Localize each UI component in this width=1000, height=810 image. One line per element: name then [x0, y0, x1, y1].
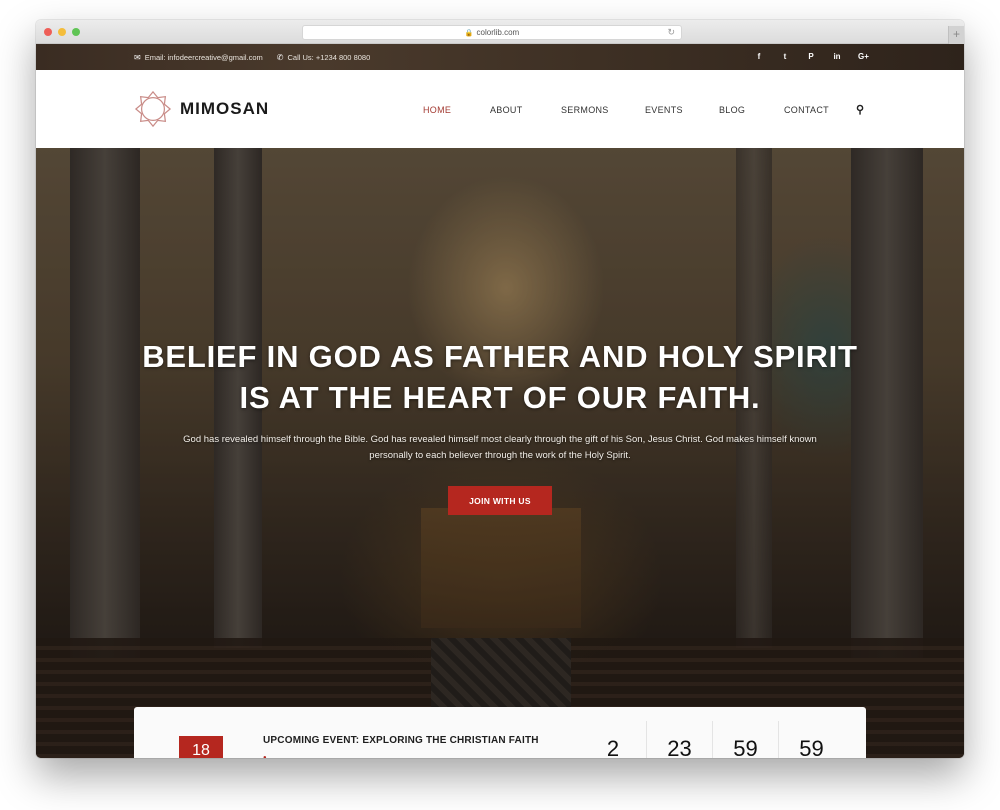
maximize-window-button[interactable]	[72, 28, 80, 36]
address-bar[interactable]: 🔒 colorlib.com ↻	[302, 25, 682, 40]
countdown-seconds: 59	[778, 721, 844, 758]
twitter-icon[interactable]: t	[780, 52, 790, 61]
phone-link[interactable]: Call Us: +1234 800 8080	[287, 53, 370, 62]
hero-title-line-1: BELIEF IN GOD AS FATHER AND HOLY SPIRIT	[142, 339, 858, 374]
nav-home[interactable]: HOME	[423, 105, 490, 115]
facebook-icon[interactable]: f	[754, 52, 764, 61]
browser-window: 🔒 colorlib.com ↻ + ✉ Email: infodeercrea…	[36, 20, 964, 758]
logo-wreath-icon	[134, 90, 172, 128]
url-text: colorlib.com	[476, 28, 520, 37]
search-icon[interactable]: ⚲	[856, 103, 864, 116]
new-tab-button[interactable]: +	[948, 26, 964, 44]
nav-blog[interactable]: BLOG	[719, 105, 784, 115]
google-plus-icon[interactable]: G+	[858, 52, 869, 61]
contact-info: ✉ Email: infodeercreative@gmail.com ✆ Ca…	[134, 53, 370, 62]
nav-about[interactable]: ABOUT	[490, 105, 561, 115]
window-controls	[44, 28, 80, 36]
clock-icon: ●	[263, 755, 267, 758]
countdown-minutes: 59	[712, 721, 778, 758]
hero-description: God has revealed himself through the Bib…	[183, 434, 817, 461]
upcoming-event-card[interactable]: 18 UPCOMING EVENT: EXPLORING THE CHRISTI…	[134, 707, 866, 758]
logo-text: MIMOSAN	[180, 99, 270, 118]
logo[interactable]: MIMOSAN	[134, 90, 269, 128]
browser-chrome: 🔒 colorlib.com ↻ +	[36, 20, 964, 44]
lock-icon: 🔒	[464, 29, 474, 37]
phone-icon: ✆	[276, 53, 284, 62]
hero-title-line-2: IS AT THE HEART OF OUR FAITH.	[239, 380, 761, 415]
top-info-bar: ✉ Email: infodeercreative@gmail.com ✆ Ca…	[36, 44, 964, 70]
join-with-us-button[interactable]: JOIN WITH US	[448, 486, 552, 515]
nav-sermons[interactable]: SERMONS	[561, 105, 645, 115]
reload-icon[interactable]: ↻	[667, 27, 675, 38]
event-meta: ●	[263, 755, 267, 758]
linkedin-icon[interactable]: in	[832, 52, 842, 61]
hero-section: BELIEF IN GOD AS FATHER AND HOLY SPIRIT …	[36, 148, 964, 758]
close-window-button[interactable]	[44, 28, 52, 36]
minimize-window-button[interactable]	[58, 28, 66, 36]
main-nav: HOME ABOUT SERMONS EVENTS BLOG CONTACT ⚲	[423, 103, 864, 116]
hero-title: BELIEF IN GOD AS FATHER AND HOLY SPIRIT …	[36, 336, 964, 418]
event-title[interactable]: UPCOMING EVENT: EXPLORING THE CHRISTIAN …	[263, 735, 539, 746]
envelope-icon: ✉	[134, 53, 141, 62]
countdown-hours: 23	[646, 721, 712, 758]
event-date-badge: 18	[179, 736, 223, 758]
nav-contact[interactable]: CONTACT	[784, 105, 856, 115]
email-link[interactable]: Email: infodeercreative@gmail.com	[145, 53, 263, 62]
pinterest-icon[interactable]: P	[806, 52, 816, 61]
countdown-days: 2	[606, 736, 620, 758]
nav-events[interactable]: EVENTS	[645, 105, 719, 115]
site-header: MIMOSAN HOME ABOUT SERMONS EVENTS BLOG C…	[36, 70, 964, 148]
event-countdown: 2 23 59 59	[580, 721, 844, 758]
social-links: f t P in G+	[754, 52, 869, 61]
